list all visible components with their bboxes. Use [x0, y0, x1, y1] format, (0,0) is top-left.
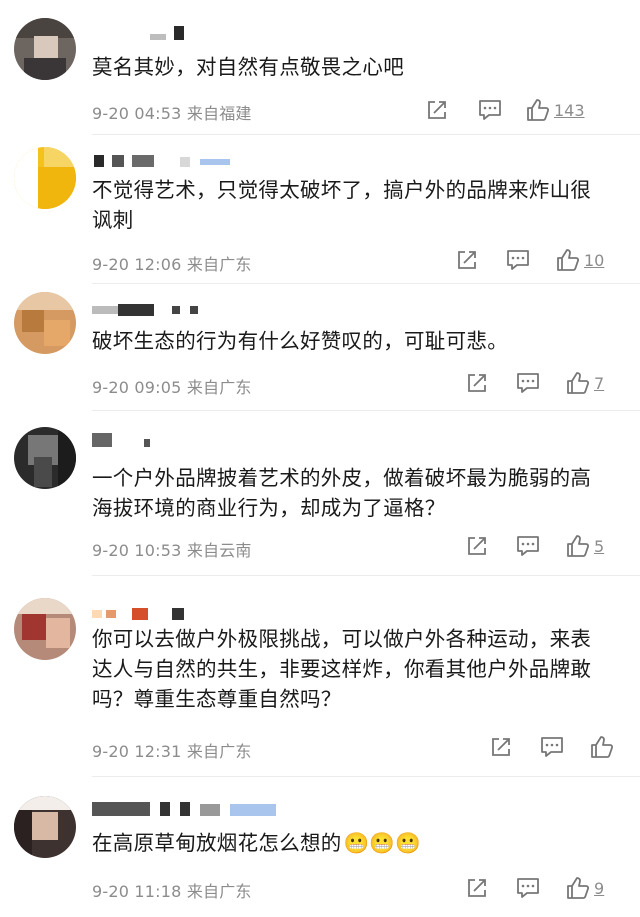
reply-button[interactable]	[506, 247, 530, 273]
comment-actions: 143	[426, 97, 616, 123]
like-button[interactable]: 9	[566, 875, 604, 901]
comment-text: 不觉得艺术，只觉得太破坏了，搞户外的品牌来炸山很讽刺	[92, 178, 592, 232]
thumbs-up-icon	[590, 735, 614, 759]
comment-icon	[478, 99, 502, 121]
comment-actions: 5	[466, 533, 616, 559]
share-button[interactable]	[466, 875, 488, 901]
share-button[interactable]	[426, 97, 448, 123]
divider	[92, 776, 640, 777]
share-icon	[456, 249, 478, 271]
comment-time: 9-20 04:53	[92, 104, 182, 123]
reply-button[interactable]	[516, 875, 540, 901]
comment-location: 来自广东	[186, 255, 252, 274]
comment-text: 在高原草甸放烟花怎么想的😬😬😬	[92, 828, 602, 858]
reply-button[interactable]	[516, 533, 540, 559]
avatar[interactable]	[14, 292, 76, 354]
share-button[interactable]	[466, 370, 488, 396]
comment-icon	[506, 249, 530, 271]
comment-icon	[516, 372, 540, 394]
comment-meta: 9-20 12:31 来自广东	[92, 738, 252, 762]
like-button[interactable]	[590, 734, 618, 760]
thumbs-up-icon	[526, 98, 550, 122]
avatar[interactable]	[14, 18, 76, 80]
like-button[interactable]: 10	[556, 247, 604, 273]
like-count: 10	[584, 250, 605, 270]
like-button[interactable]: 143	[526, 97, 585, 123]
comment-time: 9-20 12:06	[92, 255, 182, 274]
comment-icon	[516, 877, 540, 899]
comment-icon	[516, 535, 540, 557]
comment-actions: 9	[466, 875, 616, 901]
thumbs-up-icon	[556, 248, 580, 272]
share-icon	[466, 877, 488, 899]
comment-text: 破坏生态的行为有什么好赞叹的，可耻可悲。	[92, 329, 508, 353]
share-icon	[466, 535, 488, 557]
avatar[interactable]	[14, 147, 76, 209]
divider	[92, 134, 640, 135]
avatar[interactable]	[14, 796, 76, 858]
like-count: 143	[554, 100, 585, 120]
grimace-emoji-icon: 😬😬😬	[343, 831, 422, 855]
share-button[interactable]	[490, 734, 512, 760]
avatar[interactable]	[14, 427, 76, 489]
divider	[92, 410, 640, 411]
thumbs-up-icon	[566, 876, 590, 900]
thumbs-up-icon	[566, 371, 590, 395]
share-icon	[426, 99, 448, 121]
reply-button[interactable]	[516, 370, 540, 396]
comment-meta: 9-20 09:05 来自广东	[92, 374, 252, 398]
comment-time: 9-20 10:53	[92, 541, 182, 560]
comment-actions: 7	[466, 370, 616, 396]
comment-actions: 10	[456, 247, 616, 273]
divider	[92, 575, 640, 576]
comment-location: 来自广东	[186, 378, 252, 397]
share-icon	[490, 736, 512, 758]
like-count: 7	[594, 373, 605, 393]
comment-text: 莫名其妙，对自然有点敬畏之心吧	[92, 55, 404, 79]
comment-location: 来自广东	[186, 882, 252, 901]
comment-location: 来自广东	[186, 742, 252, 761]
divider	[92, 283, 640, 284]
comment-meta: 9-20 10:53 来自云南	[92, 537, 252, 561]
comment-text: 你可以去做户外极限挑战，可以做户外各种运动，来表达人与自然的共生，非要这样炸，你…	[92, 627, 592, 711]
comment-text: 一个户外品牌披着艺术的外皮，做着破坏最为脆弱的高海拔环境的商业行为，却成为了逼格…	[92, 466, 592, 520]
like-count: 9	[594, 878, 605, 898]
like-count: 5	[594, 536, 605, 556]
comment-meta: 9-20 04:53 来自福建	[92, 100, 252, 124]
share-icon	[466, 372, 488, 394]
comment-time: 9-20 09:05	[92, 378, 182, 397]
comment-meta: 9-20 12:06 来自广东	[92, 251, 252, 275]
thumbs-up-icon	[566, 534, 590, 558]
comment-time: 9-20 11:18	[92, 882, 182, 901]
comment-time: 9-20 12:31	[92, 742, 182, 761]
reply-button[interactable]	[540, 734, 564, 760]
share-button[interactable]	[466, 533, 488, 559]
reply-button[interactable]	[478, 97, 502, 123]
comment-actions	[490, 734, 616, 760]
like-button[interactable]: 7	[566, 370, 604, 396]
comment-location: 来自福建	[186, 104, 252, 123]
comment-meta: 9-20 11:18 来自广东	[92, 878, 252, 902]
like-button[interactable]: 5	[566, 533, 604, 559]
comment-text-body: 在高原草甸放烟花怎么想的	[92, 831, 342, 855]
comment-location: 来自云南	[186, 541, 252, 560]
share-button[interactable]	[456, 247, 478, 273]
comment-icon	[540, 736, 564, 758]
avatar[interactable]	[14, 598, 76, 660]
